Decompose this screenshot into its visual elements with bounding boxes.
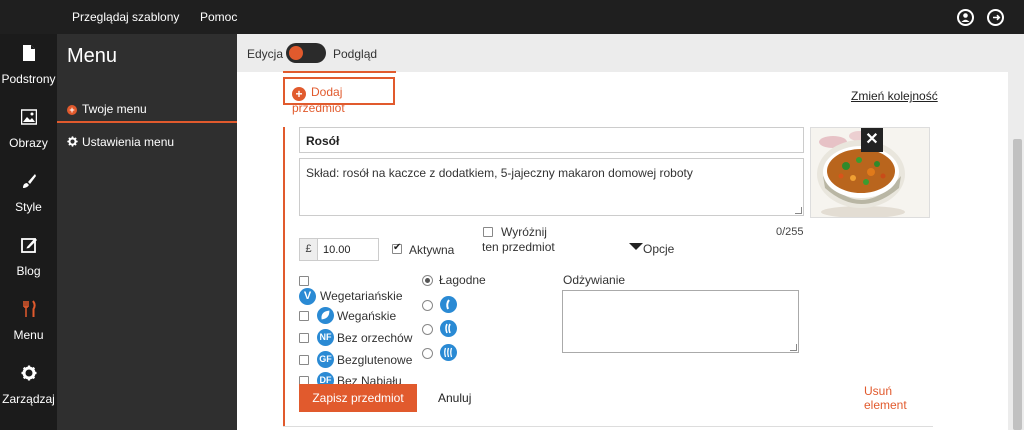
rail-item-zarzadzaj[interactable]: Zarządzaj	[0, 354, 57, 416]
price-input[interactable]: 10.00	[317, 238, 379, 261]
browse-templates-link[interactable]: Przeglądaj szablony	[72, 10, 179, 24]
rail-item-menu[interactable]: Menu	[0, 290, 57, 352]
spice-radio-level-3[interactable]	[422, 348, 433, 359]
icon-rail: Podstrony Obrazy Style Blog Menu Zarządz…	[0, 34, 57, 430]
menu-entry-ustawienia[interactable]: Ustawienia menu	[67, 135, 174, 149]
cancel-link[interactable]: Anuluj	[438, 391, 471, 405]
spice-radio-level-2[interactable]	[422, 324, 433, 335]
gear-icon	[21, 365, 37, 381]
vertical-scrollbar[interactable]	[1013, 139, 1022, 430]
rail-label: Podstrony	[1, 72, 56, 86]
vegetarian-badge-icon: V	[299, 288, 316, 305]
plus-dot-icon: +	[67, 105, 77, 115]
fork-knife-icon	[23, 300, 36, 317]
logout-icon[interactable]	[987, 9, 1004, 26]
rail-label: Zarządzaj	[2, 392, 55, 406]
brush-icon	[23, 174, 36, 188]
diet-checkbox-vegan[interactable]	[299, 311, 309, 321]
highlight-checkbox[interactable]	[483, 227, 493, 237]
spice-radio-level-1[interactable]	[422, 300, 433, 311]
active-entry-underline	[57, 121, 237, 123]
rail-label: Menu	[13, 328, 44, 342]
gluten-free-badge-icon: GF	[317, 351, 334, 368]
image-icon	[21, 109, 37, 125]
plus-circle-icon: +	[292, 87, 306, 101]
rail-item-obrazy[interactable]: Obrazy	[0, 98, 57, 160]
item-name-input[interactable]: Rosół	[299, 127, 804, 153]
rail-item-style[interactable]: Style	[0, 162, 57, 224]
menu-editor: + Dodaj przedmiot Zmień kolejność Rosół S…	[237, 71, 1008, 430]
highlight-label-line1: Wyróżnij	[501, 225, 547, 239]
rail-label: Obrazy	[9, 136, 48, 150]
menu-entry-label: Ustawienia menu	[82, 135, 175, 149]
save-item-button[interactable]: Zapisz przedmiot	[299, 384, 417, 412]
nutrition-textarea[interactable]	[562, 290, 799, 353]
help-link[interactable]: Pomoc	[200, 10, 237, 24]
rail-label: Style	[15, 200, 42, 214]
user-circle-icon[interactable]	[957, 9, 974, 26]
delete-item-link[interactable]: Usuń element	[864, 384, 933, 412]
add-item-button[interactable]: + Dodaj przedmiot	[283, 77, 395, 115]
active-label: Aktywna	[409, 243, 455, 257]
rail-label: Blog	[16, 264, 41, 278]
resize-handle[interactable]	[795, 207, 802, 214]
item-description-input[interactable]: Skład: rosół na kaczce z dodatkiem, 5-ja…	[299, 158, 804, 216]
spice-label-mild: Łagodne	[439, 273, 486, 287]
diet-label: Bezglutenowe	[337, 353, 413, 367]
content-area: Edycja Podgląd + Dodaj przedmiot Zmień ko…	[237, 34, 1024, 430]
diet-checkbox-gluten-free[interactable]	[299, 355, 309, 365]
chili-3-icon	[440, 344, 457, 361]
preview-mode-label: Podgląd	[333, 47, 378, 61]
active-checkbox[interactable]	[392, 242, 402, 254]
leaf-badge-icon	[317, 307, 334, 324]
options-toggle[interactable]: Opcje	[643, 242, 674, 256]
card-bottom-rule	[283, 426, 933, 427]
diet-label: Bez orzechów	[337, 331, 413, 345]
chili-1-icon	[440, 296, 457, 313]
rail-item-blog[interactable]: Blog	[0, 226, 57, 288]
page-icon	[23, 45, 35, 61]
diet-checkbox-vegetarian[interactable]	[299, 276, 309, 286]
diet-checkbox-nut-free[interactable]	[299, 333, 309, 343]
nut-free-badge-icon: NF	[317, 329, 334, 346]
previous-item-edge	[283, 71, 396, 73]
chili-2-icon	[440, 320, 457, 337]
character-counter: 0/255	[776, 226, 804, 238]
menu-entry-label: Twoje menu	[82, 102, 147, 116]
options-caret-icon[interactable]	[629, 243, 643, 250]
edit-mode-label: Edycja	[247, 47, 284, 61]
rail-item-podstrony[interactable]: Podstrony	[0, 34, 57, 96]
edit-preview-toggle[interactable]	[286, 43, 326, 63]
item-description-text: Skład: rosół na kaczce z dodatkiem, 5-ja…	[306, 166, 693, 180]
top-bar: Przeglądaj szablony Pomoc	[0, 0, 1024, 34]
currency-symbol: £	[299, 238, 318, 261]
reorder-link[interactable]: Zmień kolejność	[851, 89, 938, 103]
toggle-knob	[289, 46, 303, 60]
spice-radio-mild[interactable]	[422, 275, 433, 286]
edit-icon	[21, 238, 37, 253]
remove-photo-button[interactable]: ✕	[861, 128, 883, 152]
resize-handle[interactable]	[790, 344, 797, 351]
menu-panel: Menu + Twoje menu Ustawienia menu	[57, 34, 237, 430]
nutrition-label: Odżywianie	[563, 273, 626, 287]
menu-panel-title: Menu	[67, 45, 118, 67]
diet-label: Wegańskie	[337, 309, 397, 323]
menu-item-card: Rosół Skład: rosół na kaczce z dodatkiem…	[283, 127, 933, 427]
highlight-label-line2: ten przedmiot	[482, 240, 555, 254]
gear-icon	[67, 136, 78, 147]
menu-entry-twoje-menu[interactable]: + Twoje menu	[67, 102, 147, 116]
diet-label: Wegetariańskie	[320, 289, 403, 303]
